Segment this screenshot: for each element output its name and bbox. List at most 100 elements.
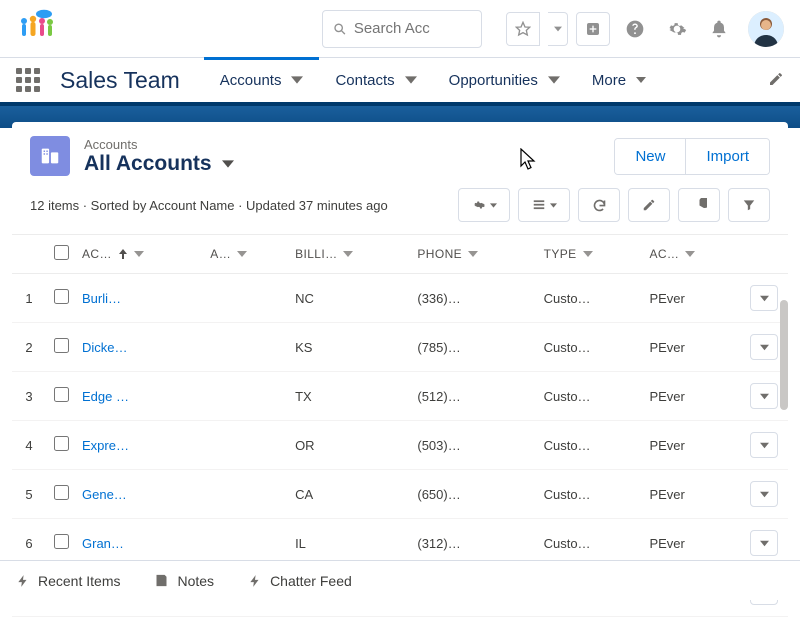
account-name-link[interactable]: Expre… <box>82 438 129 453</box>
cell-phone: (785)… <box>411 323 537 372</box>
refresh-button[interactable] <box>578 188 620 222</box>
utility-recent-items[interactable]: Recent Items <box>16 573 120 589</box>
chevron-down-icon <box>583 250 593 258</box>
list-view-picker[interactable]: All Accounts <box>84 152 234 176</box>
chart-button[interactable] <box>678 188 720 222</box>
tab-accounts[interactable]: Accounts <box>204 58 320 102</box>
chevron-down-icon <box>134 250 144 258</box>
import-button[interactable]: Import <box>685 139 769 174</box>
edit-tabs-button[interactable] <box>768 71 784 90</box>
caret-down-icon <box>222 159 234 169</box>
caret-down-icon <box>636 75 646 85</box>
user-avatar[interactable] <box>748 11 784 47</box>
row-actions-menu[interactable] <box>750 334 778 360</box>
account-name-link[interactable]: Gran… <box>82 536 124 551</box>
favorites-button[interactable] <box>506 12 540 46</box>
table-row: 4Expre…OR(503)…Custo…PEver <box>12 421 788 470</box>
list-controls-button[interactable] <box>458 188 510 222</box>
col-state[interactable]: BILLI… <box>289 235 411 274</box>
col-phone[interactable]: PHONE <box>411 235 537 274</box>
row-number: 1 <box>12 274 46 323</box>
lightning-icon <box>248 573 262 589</box>
cell-owner <box>204 421 289 470</box>
caret-down-icon <box>760 442 769 449</box>
row-checkbox[interactable] <box>54 534 69 549</box>
cell-owner <box>204 323 289 372</box>
chevron-down-icon <box>405 74 417 86</box>
col-name[interactable]: AC… <box>76 235 204 274</box>
star-icon <box>515 21 531 37</box>
search-input[interactable] <box>354 20 471 37</box>
gear-icon <box>667 19 687 39</box>
funnel-icon <box>742 198 756 212</box>
table-row: 5Gene…CA(650)…Custo…PEver <box>12 470 788 519</box>
lightning-icon <box>16 573 30 589</box>
cell-alias: PEver <box>643 323 744 372</box>
chevron-down-icon <box>343 250 353 258</box>
row-checkbox[interactable] <box>54 485 69 500</box>
display-as-button[interactable] <box>518 188 570 222</box>
row-actions-menu[interactable] <box>750 383 778 409</box>
col-alias[interactable]: AC… <box>643 235 744 274</box>
cell-phone: (650)… <box>411 470 537 519</box>
row-actions-menu[interactable] <box>750 285 778 311</box>
new-button[interactable]: New <box>615 139 685 174</box>
cell-state: KS <box>289 323 411 372</box>
cell-owner <box>204 372 289 421</box>
question-icon <box>625 19 645 39</box>
row-checkbox[interactable] <box>54 387 69 402</box>
caret-down-icon <box>760 393 769 400</box>
help-button[interactable] <box>618 12 652 46</box>
caret-down-icon <box>554 25 562 33</box>
pencil-icon <box>642 198 656 212</box>
row-actions-menu[interactable] <box>750 432 778 458</box>
refresh-icon <box>592 198 607 213</box>
global-add-button[interactable] <box>576 12 610 46</box>
vertical-scrollbar[interactable] <box>780 300 788 410</box>
select-all-checkbox[interactable] <box>54 245 69 260</box>
cell-owner <box>204 470 289 519</box>
caret-down-icon <box>760 344 769 351</box>
object-label: Accounts <box>84 137 234 152</box>
cell-type: Custo… <box>538 323 644 372</box>
cell-type: Custo… <box>538 372 644 421</box>
col-type[interactable]: TYPE <box>538 235 644 274</box>
chevron-down-icon <box>685 250 695 258</box>
tab-contacts[interactable]: Contacts <box>319 58 432 102</box>
utility-notes[interactable]: Notes <box>154 573 214 589</box>
table-row: 3Edge …TX(512)…Custo…PEver <box>12 372 788 421</box>
account-name-link[interactable]: Edge … <box>82 389 129 404</box>
cell-alias: PEver <box>643 372 744 421</box>
cell-state: TX <box>289 372 411 421</box>
row-actions-menu[interactable] <box>750 530 778 556</box>
table-row: 2Dicke…KS(785)…Custo…PEver <box>12 323 788 372</box>
favorites-menu[interactable] <box>548 12 568 46</box>
caret-down-icon <box>760 540 769 547</box>
account-name-link[interactable]: Dicke… <box>82 340 128 355</box>
app-launcher[interactable] <box>16 68 40 92</box>
caret-down-icon <box>550 202 557 209</box>
account-object-icon <box>30 136 70 176</box>
notifications-button[interactable] <box>702 12 736 46</box>
utility-chatter[interactable]: Chatter Feed <box>248 573 352 589</box>
row-checkbox[interactable] <box>54 289 69 304</box>
global-search[interactable] <box>322 10 482 48</box>
tab-opportunities[interactable]: Opportunities <box>433 58 576 102</box>
chevron-down-icon <box>291 74 303 86</box>
row-actions-menu[interactable] <box>750 481 778 507</box>
gear-icon <box>472 198 486 212</box>
row-checkbox[interactable] <box>54 338 69 353</box>
inline-edit-button[interactable] <box>628 188 670 222</box>
chevron-down-icon <box>548 74 560 86</box>
bell-icon <box>709 19 729 39</box>
account-name-link[interactable]: Gene… <box>82 487 127 502</box>
cell-phone: (512)… <box>411 372 537 421</box>
col-owner[interactable]: A… <box>204 235 289 274</box>
setup-button[interactable] <box>660 12 694 46</box>
row-checkbox[interactable] <box>54 436 69 451</box>
cell-type: Custo… <box>538 470 644 519</box>
account-name-link[interactable]: Burli… <box>82 291 121 306</box>
tab-more[interactable]: More <box>576 58 662 102</box>
caret-down-icon <box>490 202 497 209</box>
filter-button[interactable] <box>728 188 770 222</box>
